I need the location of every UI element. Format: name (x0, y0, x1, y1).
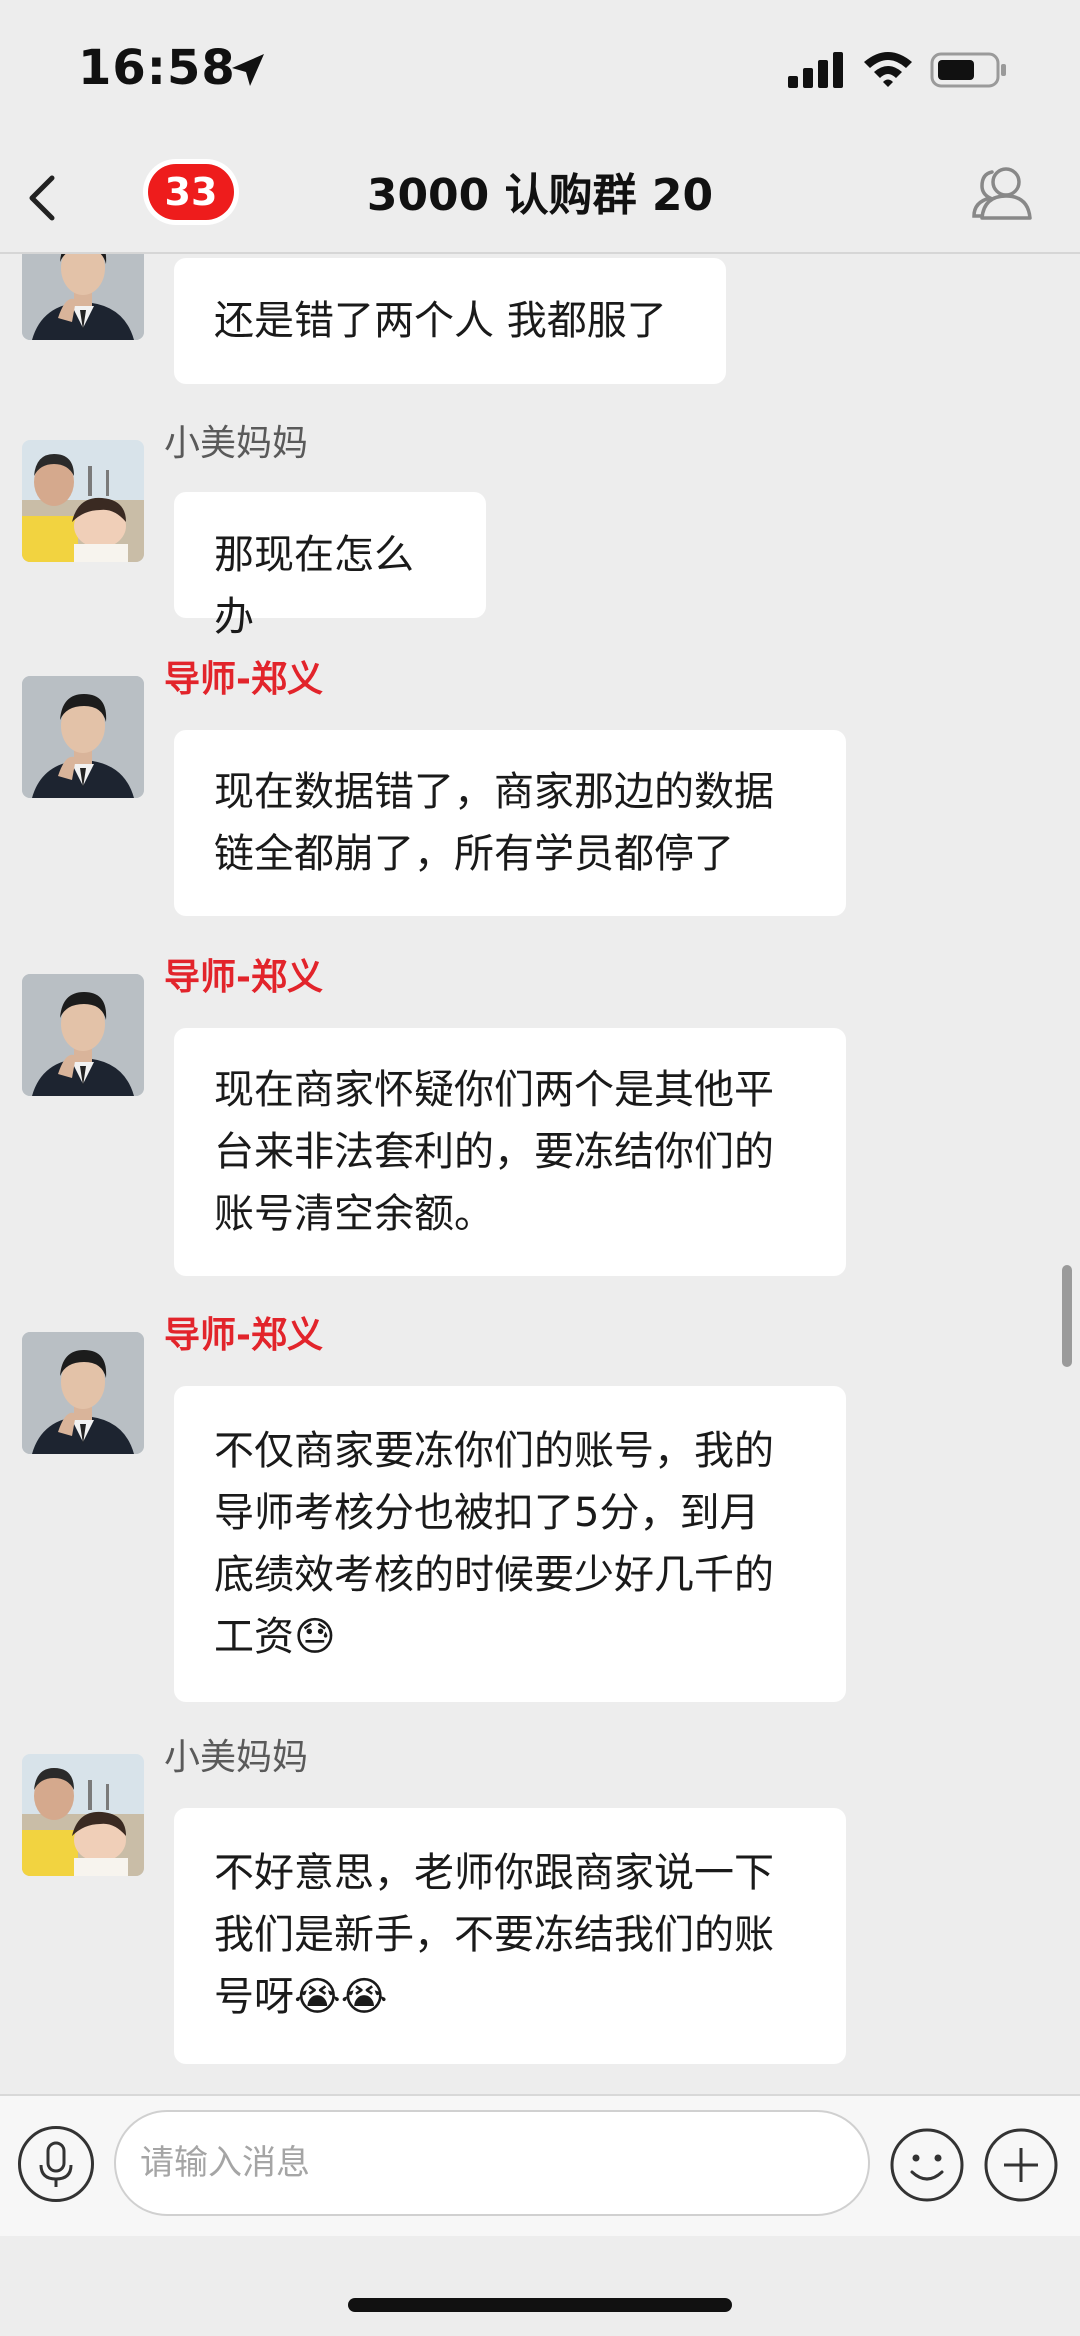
status-time: 16:58 (78, 40, 236, 96)
avatar-tutor[interactable] (22, 1332, 144, 1454)
microphone-icon (39, 2141, 73, 2187)
message-bubble[interactable]: 现在商家怀疑你们两个是其他平 台来非法套利的，要冻结你们的 账号清空余额。 (174, 1028, 846, 1276)
voice-input-button[interactable] (18, 2126, 94, 2202)
message-line: 不仅商家要冻你们的账号，我的 (214, 1428, 774, 1474)
message-line: 导师考核分也被扣了5分，到月 (214, 1490, 760, 1536)
message-bubble[interactable]: 那现在怎么办 (174, 492, 486, 640)
wifi-icon (864, 52, 912, 87)
message-bubble[interactable]: 不好意思，老师你跟商家说一下 我们是新手，不要冻结我们的账 号呀😭😭 (174, 1808, 846, 2064)
sender-name: 小美妈妈 (164, 1737, 309, 1778)
cellular-signal-icon (788, 52, 843, 88)
group-members-icon[interactable] (968, 160, 1038, 226)
status-bar: 16:58 (0, 0, 1080, 140)
message-text: 还是错了两个人 我都服了 (214, 298, 667, 344)
message-line: 现在数据错了，商家那边的数据 (214, 769, 774, 815)
chat-header: 33 3000 认购群 20 (0, 140, 1080, 254)
message-input[interactable] (114, 2110, 870, 2216)
message-line: 不好意思，老师你跟商家说一下 (214, 1850, 774, 1896)
message-line: 台来非法套利的，要冻结你们的 (214, 1129, 774, 1175)
chat-title: 3000 认购群 20 (366, 170, 714, 221)
message-line: 我们是新手，不要冻结我们的账 (214, 1912, 774, 1958)
scrollbar-thumb[interactable] (1062, 1265, 1072, 1367)
avatar-parent[interactable] (22, 1754, 144, 1876)
message-bubble[interactable]: 不仅商家要冻你们的账号，我的 导师考核分也被扣了5分，到月 底绩效考核的时候要少… (174, 1386, 846, 1702)
avatar-tutor[interactable] (22, 974, 144, 1096)
plus-icon[interactable] (982, 2126, 1060, 2204)
message-bubble[interactable]: 现在数据错了，商家那边的数据 链全都崩了，所有学员都停了 (174, 730, 846, 916)
location-arrow-icon (232, 54, 264, 86)
battery-icon (930, 52, 1006, 88)
message-line: 链全都崩了，所有学员都停了 (214, 831, 734, 877)
message-text: 那现在怎么办 (214, 532, 414, 640)
message-line: 号呀😭😭 (214, 1974, 388, 2020)
sender-name: 导师-郑义 (164, 1315, 323, 1356)
avatar-parent[interactable] (22, 440, 144, 562)
message-line: 底绩效考核的时候要少好几千的 (214, 1552, 774, 1598)
message-bubble[interactable]: 还是错了两个人 我都服了 (174, 258, 726, 384)
input-bar (0, 2094, 1080, 2236)
avatar-tutor[interactable] (22, 676, 144, 798)
sender-name: 导师-郑义 (164, 957, 323, 998)
message-line: 工资😓 (214, 1614, 336, 1660)
sender-name: 导师-郑义 (164, 659, 323, 700)
home-indicator[interactable] (348, 2298, 732, 2312)
smiley-icon[interactable] (888, 2126, 966, 2204)
avatar-tutor[interactable] (22, 254, 144, 340)
sender-name: 小美妈妈 (164, 423, 309, 464)
message-line: 账号清空余额。 (214, 1191, 494, 1237)
message-list[interactable]: 还是错了两个人 我都服了 小美妈妈 那现在怎么办 导师-郑义 现在数据错了，商家… (0, 254, 1080, 2094)
message-line: 现在商家怀疑你们两个是其他平 (214, 1067, 774, 1113)
